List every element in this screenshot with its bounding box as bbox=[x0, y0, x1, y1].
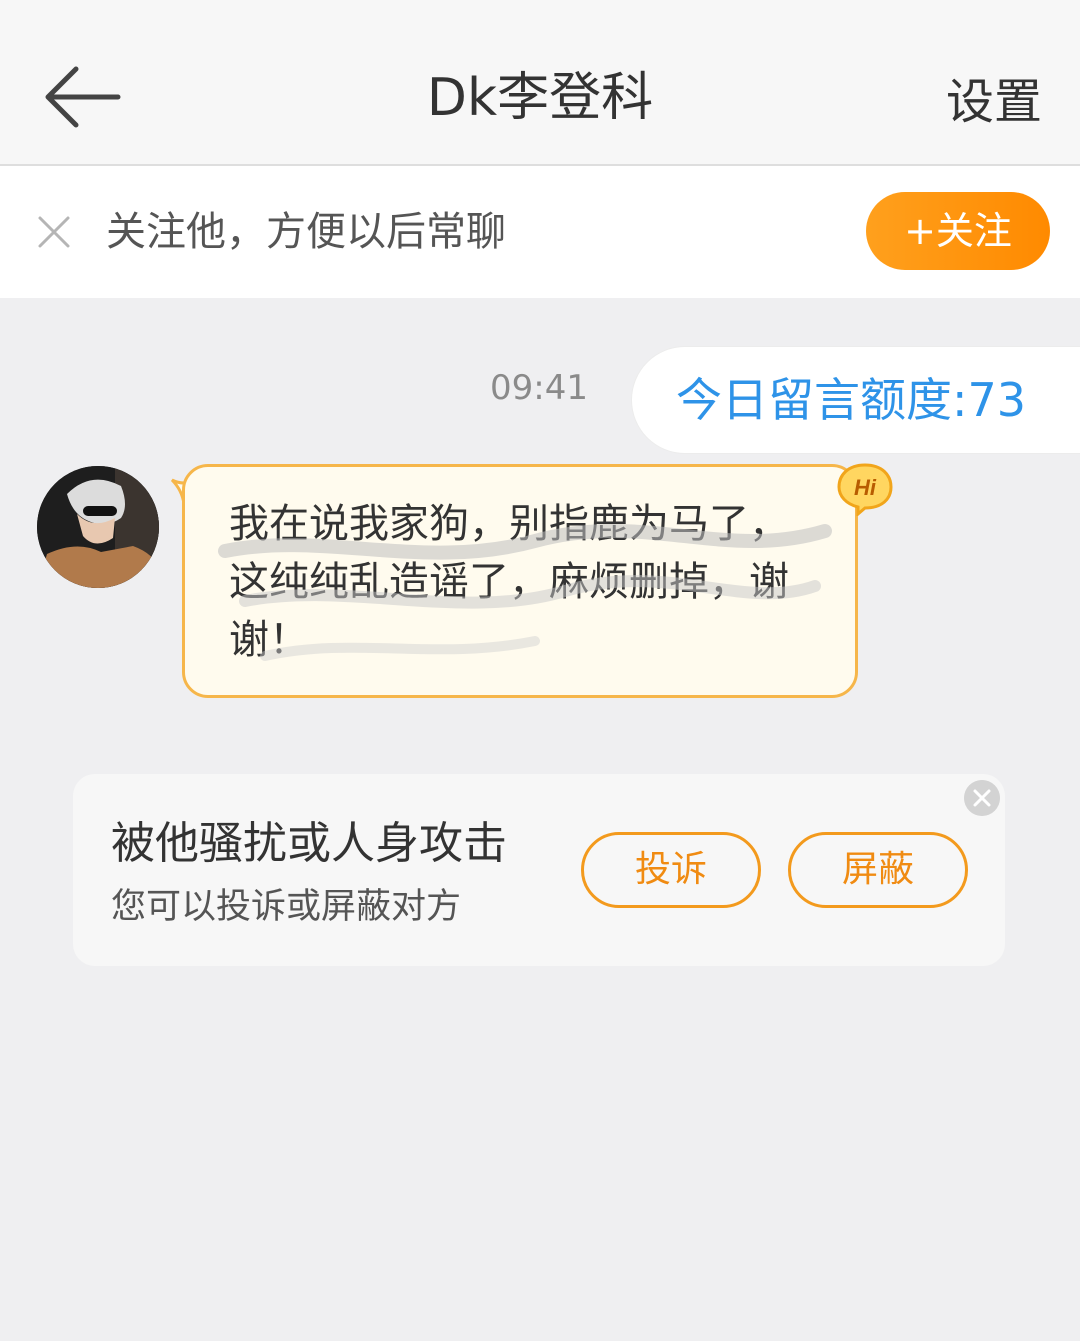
close-circle-icon[interactable] bbox=[964, 780, 1000, 816]
top-bar: Dk李登科 设置 bbox=[0, 0, 1080, 166]
hi-badge-icon: Hi bbox=[837, 463, 893, 516]
avatar[interactable] bbox=[37, 466, 159, 588]
block-button[interactable]: 屏蔽 bbox=[788, 832, 968, 908]
follow-button[interactable]: +关注 bbox=[866, 192, 1050, 270]
incoming-message-bubble[interactable]: 我在说我家狗，别指鹿为马了，这纯纯乱造谣了，麻烦删掉，谢谢！ bbox=[182, 464, 858, 698]
follow-suggestion-text: 关注他，方便以后常聊 bbox=[106, 209, 506, 255]
report-title: 被他骚扰或人身攻击 bbox=[111, 818, 507, 869]
settings-button[interactable]: 设置 bbox=[946, 66, 1042, 138]
harassment-report-card: 被他骚扰或人身攻击 您可以投诉或屏蔽对方 投诉 屏蔽 bbox=[73, 774, 1005, 966]
page-title: Dk李登科 bbox=[426, 68, 654, 128]
hi-badge-text: Hi bbox=[854, 475, 877, 500]
avatar-image bbox=[37, 466, 159, 588]
message-timestamp: 09:41 bbox=[490, 368, 588, 408]
outgoing-message-text: 今日留言额度:73 bbox=[676, 373, 1027, 427]
complain-button[interactable]: 投诉 bbox=[581, 832, 761, 908]
outgoing-message-bubble[interactable]: 今日留言额度:73 bbox=[632, 347, 1080, 453]
follow-suggestion-banner: 关注他，方便以后常聊 +关注 bbox=[0, 166, 1080, 298]
report-subtitle: 您可以投诉或屏蔽对方 bbox=[111, 887, 462, 927]
close-icon[interactable] bbox=[36, 214, 72, 250]
incoming-message-text: 我在说我家狗，别指鹿为马了，这纯纯乱造谣了，麻烦删掉，谢谢！ bbox=[229, 501, 789, 663]
